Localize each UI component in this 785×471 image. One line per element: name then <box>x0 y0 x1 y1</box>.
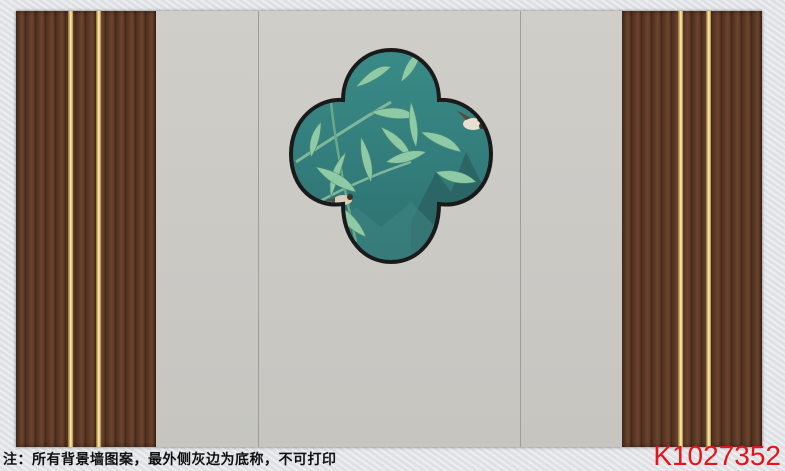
note-text: 注：所有背景墙图案，最外侧灰边为底称，不可打印 <box>3 452 337 468</box>
wall-panel-design <box>16 11 762 447</box>
gold-trim-strip <box>68 11 73 447</box>
gray-panel-left <box>156 11 258 447</box>
gold-trim-strip <box>678 11 683 447</box>
gold-trim-strip <box>96 11 101 447</box>
gray-panel-right <box>521 11 622 447</box>
right-wood-panel <box>622 11 762 447</box>
product-code: K1027352 <box>653 440 781 471</box>
left-wood-panel <box>16 11 156 447</box>
quatrefoil-window <box>288 47 494 265</box>
gold-trim-strip <box>706 11 711 447</box>
